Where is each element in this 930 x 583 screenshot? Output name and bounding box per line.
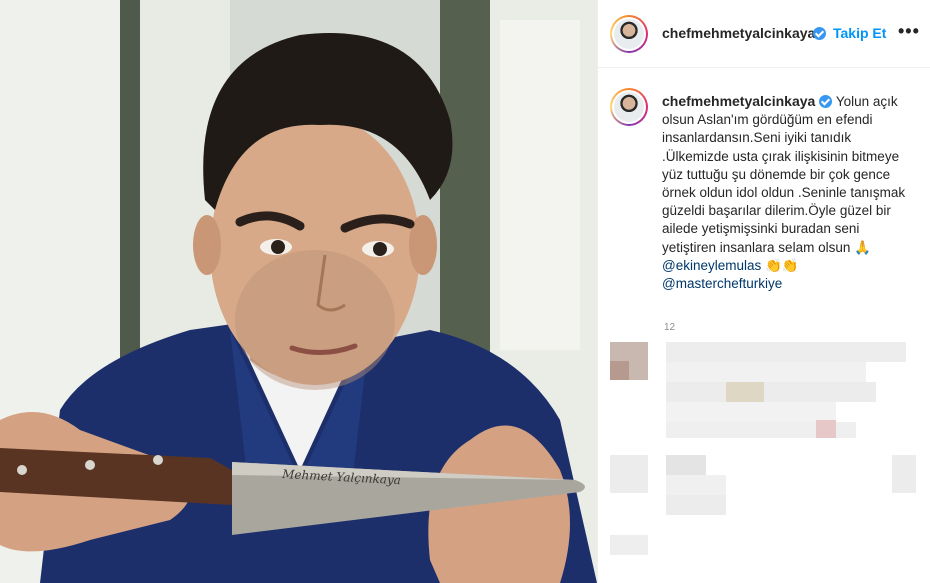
- caption-time: 12: [664, 322, 676, 333]
- blurred-comment-1: [610, 342, 910, 442]
- follow-button[interactable]: Takip Et: [833, 25, 886, 41]
- post-username[interactable]: chefmehmetyalcinkaya: [662, 25, 815, 41]
- mention-link[interactable]: @ekineylemulas 👏👏: [662, 258, 799, 273]
- mention-ekineylemulas[interactable]: @ekineylemulas: [662, 258, 761, 273]
- avatar[interactable]: [610, 15, 648, 53]
- clap-emoji: 👏👏: [765, 257, 799, 273]
- post-side-panel: chefmehmetyalcinkaya Takip Et ••• chefme…: [597, 0, 930, 583]
- post-header: chefmehmetyalcinkaya Takip Et •••: [598, 0, 930, 68]
- caption-text: chefmehmetyalcinkaya Yolun açık olsun As…: [662, 92, 914, 293]
- caption-body: Yolun açık olsun Aslan'ım gördüğüm en ef…: [662, 94, 906, 255]
- verified-badge-icon: [819, 95, 833, 108]
- caption-username[interactable]: chefmehmetyalcinkaya: [662, 93, 815, 109]
- verified-badge-icon: [813, 27, 826, 40]
- caption-avatar[interactable]: [610, 88, 648, 126]
- blurred-comment-2: [610, 455, 920, 555]
- post-photo[interactable]: Mehmet Yalçınkaya: [0, 0, 597, 583]
- pray-emoji: 🙏: [854, 239, 871, 255]
- mention-masterchefturkiye[interactable]: @masterchefturkiye: [662, 275, 914, 293]
- post-photo-illustration: Mehmet Yalçınkaya: [0, 0, 597, 583]
- more-options-icon[interactable]: •••: [898, 21, 920, 42]
